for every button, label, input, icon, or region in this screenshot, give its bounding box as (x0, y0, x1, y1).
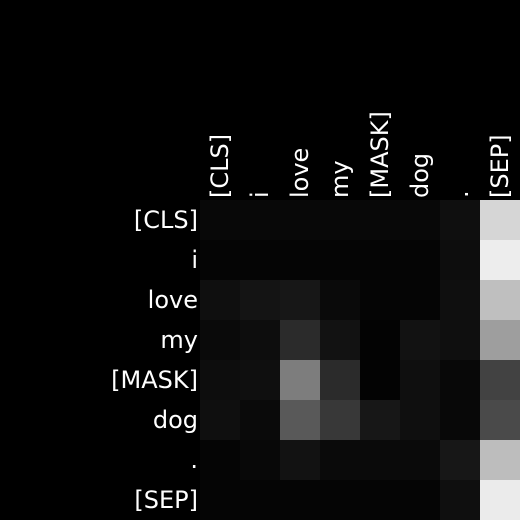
y-tick-label-dog: dog (153, 406, 198, 434)
x-axis-token-labels: [CLS] i love my [MASK] dog. [SEP] (206, 111, 514, 198)
heatmap-cell-r6-c6 (440, 440, 480, 480)
heatmap-cell-r5-c6 (440, 400, 480, 440)
heatmap-cell-r1-c7 (480, 240, 520, 280)
heatmap-cell-r5-c1 (240, 400, 280, 440)
heatmap-cell-r7-c0 (200, 480, 240, 520)
heatmap-cell-r0-c5 (400, 200, 440, 240)
x-tick-label-cls: [CLS] (206, 134, 234, 198)
heatmap-cell-r5-c0 (200, 400, 240, 440)
heatmap-cell-r3-c5 (400, 320, 440, 360)
heatmap-cell-r2-c1 (240, 280, 280, 320)
heatmap-cell-r1-c6 (440, 240, 480, 280)
heatmap-cell-r6-c5 (400, 440, 440, 480)
heatmap-cell-r5-c7 (480, 400, 520, 440)
heatmap-cell-r7-c2 (280, 480, 320, 520)
heatmap-cell-r4-c6 (440, 360, 480, 400)
heatmap-cell-r2-c3 (320, 280, 360, 320)
heatmap-cell-r3-c3 (320, 320, 360, 360)
heatmap-cell-r2-c6 (440, 280, 480, 320)
heatmap-cell-r0-c2 (280, 200, 320, 240)
y-tick-label-mask: [MASK] (111, 366, 198, 394)
heatmap-cell-r6-c3 (320, 440, 360, 480)
heatmap-cell-r3-c6 (440, 320, 480, 360)
heatmap-cell-r5-c4 (360, 400, 400, 440)
x-tick-label-sep: [SEP] (486, 134, 514, 198)
heatmap-cell-r0-c4 (360, 200, 400, 240)
heatmap-cell-r7-c5 (400, 480, 440, 520)
x-tick-label-dog: dog (406, 153, 434, 198)
heatmap-cell-r3-c2 (280, 320, 320, 360)
heatmap-cell-r4-c2 (280, 360, 320, 400)
heatmap-cell-r2-c2 (280, 280, 320, 320)
heatmap-cell-r5-c2 (280, 400, 320, 440)
heatmap-cell-r1-c5 (400, 240, 440, 280)
heatmap-cell-r1-c1 (240, 240, 280, 280)
heatmap-cell-r3-c1 (240, 320, 280, 360)
heatmap-cell-r6-c0 (200, 440, 240, 480)
heatmap-cell-r0-c3 (320, 200, 360, 240)
y-tick-label-love: love (148, 286, 198, 314)
heatmap-cell-r4-c1 (240, 360, 280, 400)
heatmap-cell-r0-c1 (240, 200, 280, 240)
heatmap-cell-r3-c4 (360, 320, 400, 360)
heatmap-cell-r2-c7 (480, 280, 520, 320)
heatmap-cell-r7-c6 (440, 480, 480, 520)
heatmap-cell-r4-c4 (360, 360, 400, 400)
attention-heatmap: [CLS] i love my [MASK] dog. [SEP] [CLS]ilovemy… (111, 111, 520, 520)
heatmap-cell-r7-c7 (480, 480, 520, 520)
y-tick-label-my: my (160, 326, 198, 354)
heatmap-cell-r2-c0 (200, 280, 240, 320)
y-tick-label-sep: [SEP] (134, 486, 198, 514)
heatmap-cell-r5-c5 (400, 400, 440, 440)
heatmap-cell-r5-c3 (320, 400, 360, 440)
heatmap-cell-r1-c3 (320, 240, 360, 280)
heatmap-cell-r1-c0 (200, 240, 240, 280)
y-tick-label-cls: [CLS] (134, 206, 198, 234)
heatmap-cell-r4-c0 (200, 360, 240, 400)
heatmap-cell-r1-c2 (280, 240, 320, 280)
heatmap-cell-r7-c4 (360, 480, 400, 520)
heatmap-cell-r6-c4 (360, 440, 400, 480)
x-tick-label-period: . (446, 190, 474, 198)
heatmap-cell-r6-c1 (240, 440, 280, 480)
x-tick-label-mask: [MASK] (366, 111, 394, 198)
heatmap-cell-r0-c6 (440, 200, 480, 240)
heatmap-cell-r6-c7 (480, 440, 520, 480)
heatmap-cell-r7-c1 (240, 480, 280, 520)
heatmap-cells (200, 200, 520, 520)
heatmap-cell-r4-c5 (400, 360, 440, 400)
heatmap-cell-r0-c7 (480, 200, 520, 240)
heatmap-cell-r2-c4 (360, 280, 400, 320)
y-axis-token-labels: [CLS] i love my [MASK] dog. [SEP] (111, 206, 198, 514)
heatmap-cell-r6-c2 (280, 440, 320, 480)
heatmap-cell-r0-c0 (200, 200, 240, 240)
heatmap-cell-r4-c7 (480, 360, 520, 400)
heatmap-cell-r2-c5 (400, 280, 440, 320)
x-tick-label-i: i (246, 191, 274, 198)
heatmap-cell-r3-c7 (480, 320, 520, 360)
heatmap-cell-r3-c0 (200, 320, 240, 360)
heatmap-cell-r7-c3 (320, 480, 360, 520)
heatmap-cell-r1-c4 (360, 240, 400, 280)
x-tick-label-my: my (326, 160, 354, 198)
x-tick-label-love: love (286, 148, 314, 198)
y-tick-label-period: . (190, 446, 198, 474)
heatmap-cell-r4-c3 (320, 360, 360, 400)
y-tick-label-i: i (191, 246, 198, 274)
